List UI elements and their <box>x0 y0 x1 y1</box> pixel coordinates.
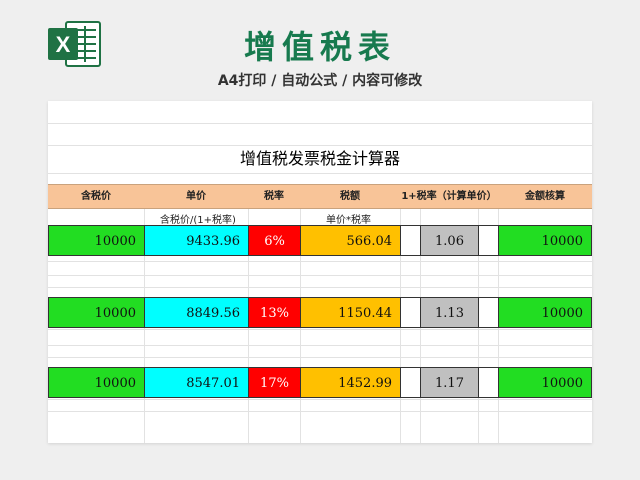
spreadsheet[interactable]: 增值税发票税金计算器 含税价 单价 税率 税额 1+税率（计算单价） 金额核算 … <box>48 101 592 443</box>
row3-tax-cell[interactable]: 1452.99 <box>300 367 401 398</box>
row1-gross-cell[interactable]: 10000 <box>48 225 145 256</box>
col-header-gross: 含税价 <box>81 191 111 202</box>
col-header-rate: 税率 <box>264 191 284 202</box>
row1-rate-cell[interactable]: 6% <box>248 225 301 256</box>
row2-factor-cell[interactable]: 1.13 <box>420 297 479 328</box>
row2-rate-cell[interactable]: 13% <box>248 297 301 328</box>
row2-gross-cell[interactable]: 10000 <box>48 297 145 328</box>
row2-unit-cell[interactable]: 8849.56 <box>144 297 249 328</box>
row1-blank-cell[interactable] <box>400 225 421 256</box>
page-title: 增值税表 <box>243 28 396 66</box>
row3-unit-cell[interactable]: 8547.01 <box>144 367 249 398</box>
header-row: 含税价 单价 税率 税额 1+税率（计算单价） 金额核算 <box>48 184 592 209</box>
row3-blank-cell[interactable] <box>400 367 421 398</box>
row1-check-cell[interactable]: 10000 <box>498 225 592 256</box>
row3-factor-cell[interactable]: 1.17 <box>420 367 479 398</box>
row3-blank-cell-2[interactable] <box>478 367 499 398</box>
row1-tax-cell[interactable]: 566.04 <box>300 225 401 256</box>
row2-check-cell[interactable]: 10000 <box>498 297 592 328</box>
row2-blank-cell-2[interactable] <box>478 297 499 328</box>
page-subtitle: A4打印 / 自动公式 / 内容可修改 <box>217 73 423 89</box>
unit-formula-note: 含税价/(1+税率) <box>160 215 236 226</box>
sheet-title: 增值税发票税金计算器 <box>239 149 400 168</box>
row2-blank-cell[interactable] <box>400 297 421 328</box>
row3-rate-cell[interactable]: 17% <box>248 367 301 398</box>
row1-unit-cell[interactable]: 9433.96 <box>144 225 249 256</box>
col-header-factor: 1+税率（计算单价） <box>401 191 497 202</box>
row1-factor-cell[interactable]: 1.06 <box>420 225 479 256</box>
row3-check-cell[interactable]: 10000 <box>498 367 592 398</box>
col-header-unit: 单价 <box>186 191 206 202</box>
row1-blank-cell-2[interactable] <box>478 225 499 256</box>
col-header-tax: 税额 <box>340 191 360 202</box>
row3-gross-cell[interactable]: 10000 <box>48 367 145 398</box>
col-header-check: 金额核算 <box>525 191 565 202</box>
tax-formula-note: 单价*税率 <box>326 215 371 226</box>
row2-tax-cell[interactable]: 1150.44 <box>300 297 401 328</box>
